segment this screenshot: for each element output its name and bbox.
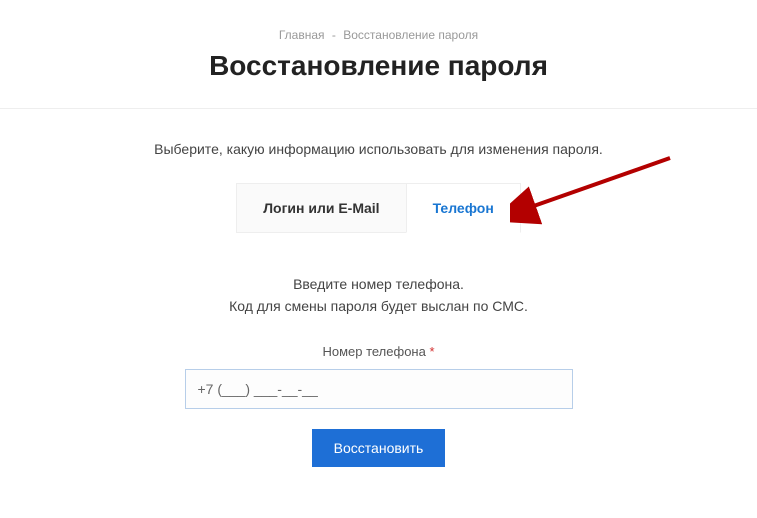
tab-login-email[interactable]: Логин или E-Mail	[236, 183, 405, 233]
divider	[0, 108, 757, 109]
phone-input[interactable]	[185, 369, 573, 409]
tab-phone[interactable]: Телефон	[406, 183, 521, 233]
submit-button[interactable]: Восстановить	[312, 429, 446, 467]
breadcrumb-home-link[interactable]: Главная	[279, 28, 325, 42]
tabs-container: Логин или E-Mail Телефон	[0, 183, 757, 233]
breadcrumb-separator: -	[332, 28, 336, 42]
form-instruction-line1: Введите номер телефона.	[0, 273, 757, 295]
breadcrumb-current: Восстановление пароля	[343, 28, 478, 42]
required-mark: *	[429, 344, 434, 359]
instruction-text: Выберите, какую информацию использовать …	[0, 141, 757, 157]
form-area: Введите номер телефона. Код для смены па…	[0, 273, 757, 467]
breadcrumb: Главная - Восстановление пароля	[0, 0, 757, 42]
form-instruction-line2: Код для смены пароля будет выслан по СМС…	[0, 295, 757, 317]
phone-field-label: Номер телефона *	[0, 344, 757, 359]
page-title: Восстановление пароля	[0, 50, 757, 82]
phone-label-text: Номер телефона	[322, 344, 425, 359]
